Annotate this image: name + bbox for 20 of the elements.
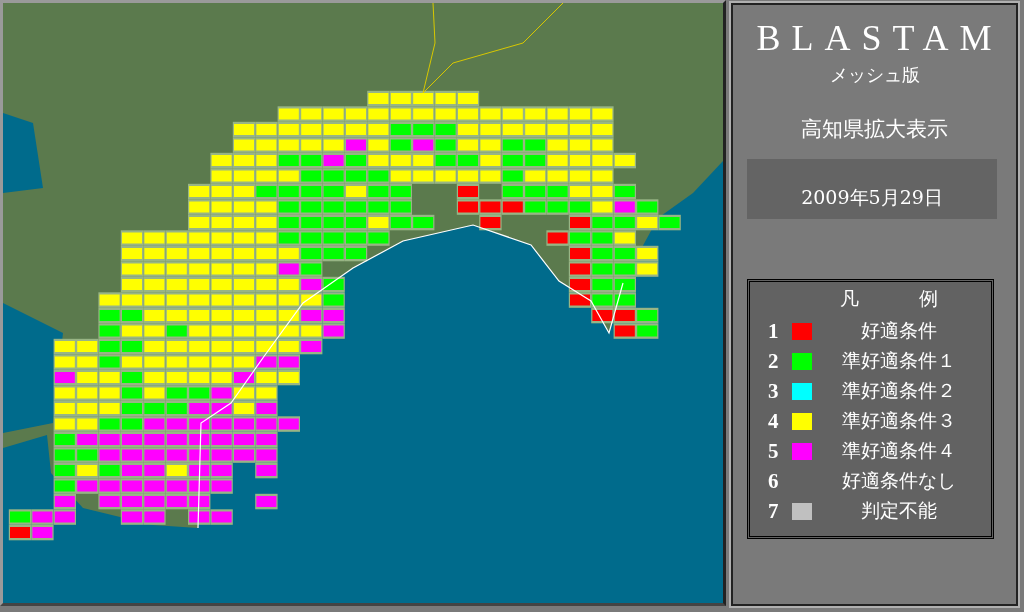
app-title: BLASTAM	[756, 17, 1003, 59]
legend-label: 準好適条件３	[841, 408, 957, 433]
legend-number: 7	[768, 498, 780, 524]
legend-number: 5	[768, 438, 780, 464]
legend-number: 6	[768, 468, 780, 494]
app-subtitle: メッシュ版	[829, 63, 920, 87]
legend-number: 1	[768, 318, 780, 344]
legend-number: 3	[768, 378, 780, 404]
legend-label: 好適条件	[860, 318, 938, 343]
legend-number: 2	[768, 348, 780, 374]
legend-title: 例	[919, 286, 938, 311]
legend-label: 判定不能	[860, 498, 938, 523]
legend-title: 凡	[840, 286, 859, 311]
legend-label: 準好適条件１	[841, 348, 957, 373]
legend-number: 4	[768, 408, 780, 434]
region-label: 高知県拡大表示	[801, 116, 948, 143]
legend-label: 好適条件なし	[841, 468, 957, 493]
date-panel: 2009年5月29日	[747, 159, 997, 219]
legend-label: 準好適条件４	[841, 438, 957, 463]
legend-label: 準好適条件２	[841, 378, 957, 403]
